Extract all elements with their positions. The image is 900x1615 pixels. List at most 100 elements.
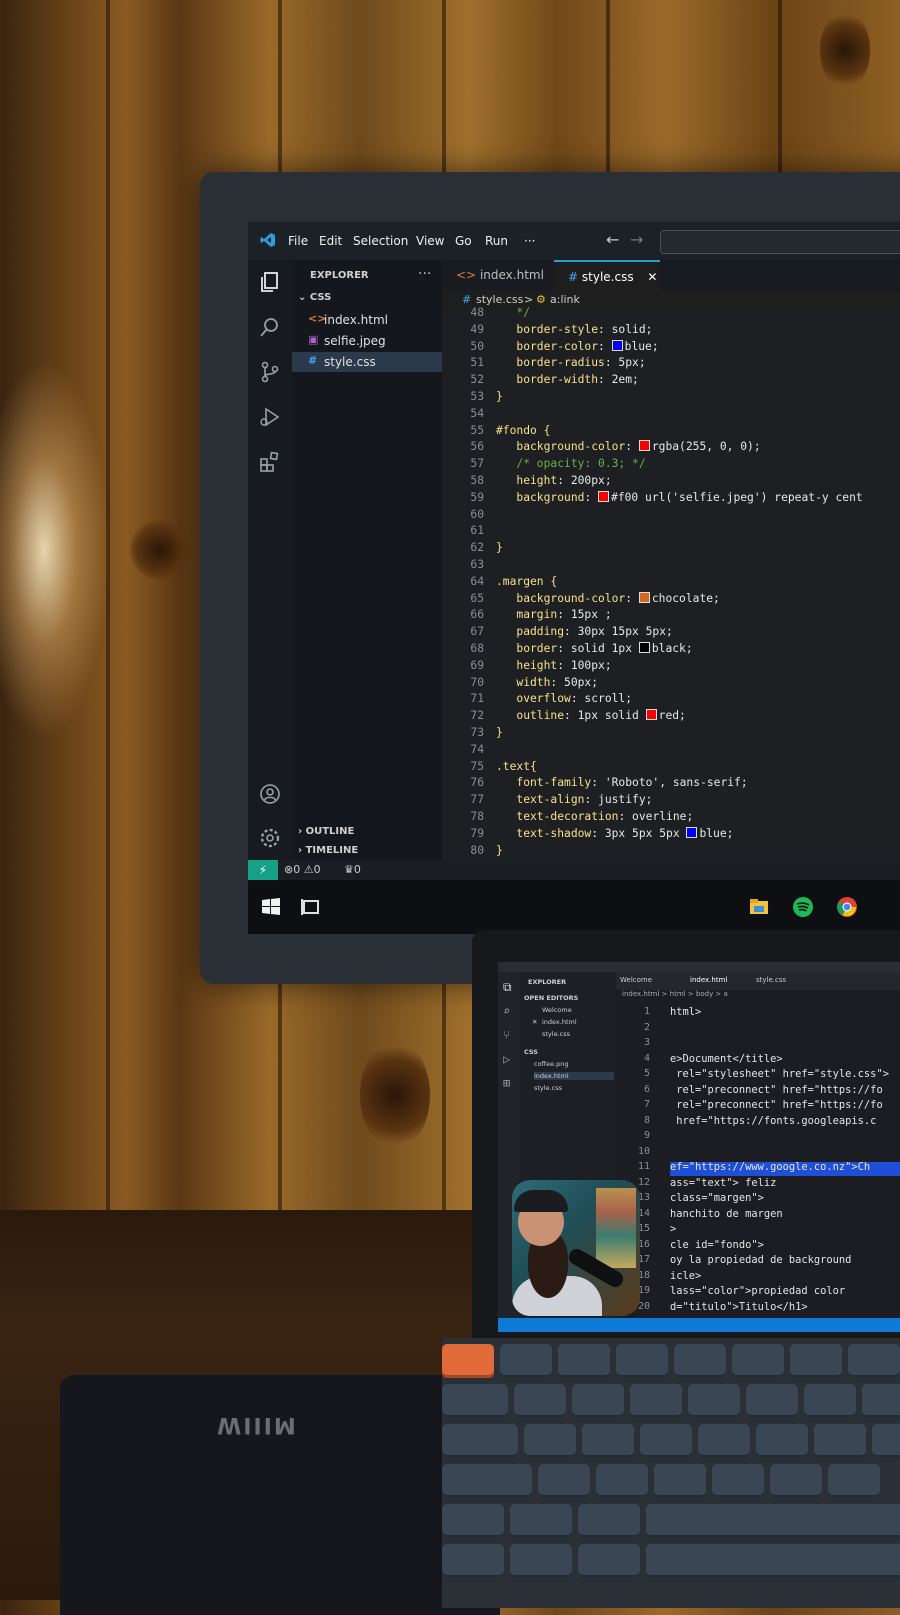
line-number: 5	[643, 1068, 650, 1079]
vscode-logo-icon	[260, 233, 275, 247]
file-name: selfie.jpeg	[324, 334, 386, 348]
tab-style-css[interactable]: # style.css ✕	[554, 260, 660, 292]
open-editors-section[interactable]: OPEN EDITORS	[524, 994, 578, 1002]
open-editor-item[interactable]: Welcome	[542, 1006, 572, 1014]
back-arrow-icon[interactable]: ←	[606, 230, 619, 249]
problems-count[interactable]: ⊗0 ⚠0	[284, 863, 321, 876]
explorer-more-actions[interactable]: ···	[418, 266, 431, 282]
open-editor-item[interactable]: index.html	[542, 1018, 577, 1026]
line-number: 59	[470, 490, 484, 504]
explorer-files-icon[interactable]: ⧉	[503, 980, 512, 995]
account-icon[interactable]	[258, 782, 282, 806]
extensions-icon[interactable]	[258, 450, 282, 474]
code-line: width: 50px;	[496, 675, 599, 689]
keyboard-key	[848, 1344, 900, 1378]
search-icon[interactable]: ⌕	[503, 1004, 510, 1018]
line-number: 79	[470, 826, 484, 840]
line-number: 49	[470, 322, 484, 336]
laptop-breadcrumb: index.html > html > body > a	[622, 990, 728, 998]
file-item-index-html[interactable]: <> index.html	[292, 310, 442, 330]
code-line: e>Document</title>	[670, 1052, 783, 1065]
remote-icon[interactable]: ⚡	[248, 860, 278, 880]
line-number: 60	[470, 507, 484, 521]
line-number: 11	[637, 1161, 650, 1172]
settings-gear-icon[interactable]	[258, 826, 282, 850]
activity-bar	[248, 260, 292, 882]
close-tab-icon[interactable]: ✕	[647, 270, 657, 284]
chrome-icon[interactable]	[836, 896, 858, 918]
file-explorer-icon[interactable]	[748, 896, 770, 918]
breadcrumb-symbol[interactable]: a:link	[550, 293, 580, 306]
tab-index-html[interactable]: index.html	[690, 976, 727, 984]
line-number: 65	[470, 591, 484, 605]
menu-edit[interactable]: Edit	[319, 234, 342, 248]
open-editor-item[interactable]: style.css	[542, 1030, 570, 1038]
menu-go[interactable]: Go	[455, 234, 472, 248]
line-number: 2	[643, 1021, 650, 1033]
menu-selection[interactable]: Selection	[353, 234, 408, 248]
explorer-files-icon[interactable]	[258, 270, 282, 294]
tab-style-css[interactable]: style.css	[756, 976, 786, 984]
keyboard-key	[442, 1384, 508, 1418]
keyboard-key	[872, 1424, 900, 1458]
color-swatch[interactable]	[686, 826, 698, 838]
run-debug-icon[interactable]: ▷	[503, 1052, 510, 1066]
line-number: 61	[470, 524, 484, 538]
keyboard-key	[558, 1344, 610, 1378]
windows-start-icon[interactable]	[260, 896, 282, 918]
webcam-background-shelf	[596, 1188, 636, 1268]
file-item-selfie-jpeg[interactable]: ▣ selfie.jpeg	[292, 331, 442, 351]
explorer-sidebar: EXPLORER ··· ⌄ CSS <> index.html ▣ selfi…	[292, 260, 442, 882]
menu-view[interactable]: View	[416, 234, 444, 248]
line-number: 80	[470, 843, 484, 857]
spotify-icon[interactable]	[792, 896, 814, 918]
keyboard-key	[630, 1384, 682, 1418]
code-line: oy la propiedad de background	[670, 1254, 852, 1266]
tab-index-html[interactable]: <> index.html	[442, 260, 552, 290]
line-number: 66	[470, 608, 484, 622]
image-file-icon: ▣	[308, 333, 319, 346]
run-debug-icon[interactable]	[258, 405, 282, 429]
keyboard-key	[828, 1464, 880, 1498]
color-swatch[interactable]	[611, 339, 623, 351]
task-view-icon[interactable]	[300, 896, 322, 918]
menu-run[interactable]: Run	[485, 234, 508, 248]
line-number: 57	[470, 457, 484, 471]
file-item-style-css[interactable]: # style.css	[292, 352, 442, 372]
file-item[interactable]: coffee.png	[534, 1060, 568, 1068]
source-control-icon[interactable]: ⑂	[503, 1028, 510, 1042]
folder-css[interactable]: CSS	[524, 1048, 538, 1056]
color-swatch[interactable]	[638, 642, 650, 653]
breadcrumb-file[interactable]: style.css	[476, 293, 523, 306]
forward-arrow-icon[interactable]: →	[630, 230, 643, 249]
ports-count[interactable]: ♛0	[344, 863, 361, 876]
search-icon[interactable]	[258, 315, 282, 339]
file-item[interactable]: index.html	[534, 1072, 614, 1080]
menu-file[interactable]: File	[288, 234, 308, 248]
color-swatch[interactable]	[638, 591, 650, 603]
command-center-search[interactable]	[660, 230, 900, 254]
outline-section[interactable]: › OUTLINE	[298, 826, 354, 837]
extensions-icon[interactable]: ⊞	[503, 1076, 510, 1090]
css-file-icon: #	[462, 293, 472, 306]
close-icon[interactable]: ✕	[532, 1018, 537, 1026]
color-swatch[interactable]	[598, 490, 610, 502]
timeline-section[interactable]: › TIMELINE	[298, 845, 358, 856]
editor-tabs: <> index.html # style.css ✕	[442, 260, 900, 292]
file-item[interactable]: style.css	[534, 1084, 562, 1092]
color-swatch[interactable]	[645, 709, 657, 721]
line-number: 76	[470, 776, 484, 790]
menu-more[interactable]: ···	[524, 234, 535, 248]
code-editor[interactable]: 48 */ 49 border-style: solid; 50 border-co…	[442, 306, 900, 866]
wood-knot	[130, 520, 190, 580]
code-line: height: 100px;	[496, 658, 612, 672]
color-swatch[interactable]	[638, 440, 650, 452]
keyboard-key	[732, 1344, 784, 1378]
folder-css[interactable]: ⌄ CSS	[298, 292, 331, 303]
file-name: style.css	[324, 355, 376, 369]
keyboard-key	[640, 1424, 692, 1458]
keyboard-key	[674, 1344, 726, 1378]
tab-welcome[interactable]: Welcome	[620, 976, 652, 984]
source-control-icon[interactable]	[258, 360, 282, 384]
mousepad-logo: MIIIW	[215, 1412, 296, 1437]
